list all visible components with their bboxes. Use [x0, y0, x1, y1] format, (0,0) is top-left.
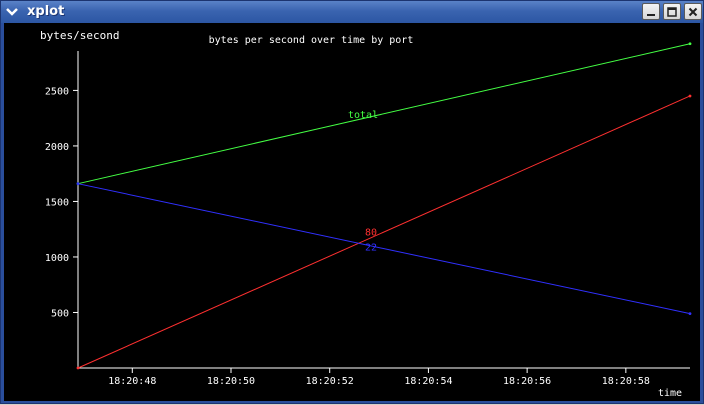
maximize-button[interactable]	[663, 3, 681, 20]
data-point-80	[688, 94, 692, 98]
x-tick-label: 18:20:52	[306, 376, 354, 387]
series-line-80	[77, 95, 691, 369]
data-point-80	[76, 366, 80, 370]
maximize-icon	[667, 6, 677, 17]
xplot-window: xplot bytes per second over time by port…	[0, 0, 704, 404]
y-tick-label: 2500	[45, 86, 69, 97]
y-tick-label: 500	[51, 308, 69, 319]
x-tick-label: 18:20:58	[602, 376, 650, 387]
y-tick-label: 1000	[45, 253, 69, 264]
minimize-icon	[647, 13, 655, 16]
chevron-down-icon	[6, 8, 18, 16]
x-tick-label: 18:20:56	[503, 376, 551, 387]
x-tick-label: 18:20:50	[207, 376, 255, 387]
close-icon	[688, 7, 698, 16]
minimize-button[interactable]	[642, 3, 660, 20]
window-title: xplot	[27, 4, 65, 19]
line-chart[interactable]: bytes per second over time by port bytes…	[4, 23, 700, 401]
series-line-22	[77, 183, 691, 315]
title-bar[interactable]: xplot	[1, 1, 703, 23]
data-point-22	[76, 182, 80, 186]
data-point-total	[688, 42, 692, 46]
series-label-22: 22	[365, 243, 377, 254]
x-axis-label: time	[658, 388, 682, 399]
series-line-total	[77, 43, 691, 185]
chart-title: bytes per second over time by port	[209, 35, 414, 46]
series-label-total: total	[348, 110, 378, 121]
plot-area[interactable]: bytes per second over time by port bytes…	[4, 23, 700, 401]
window-menu-button[interactable]	[4, 4, 20, 20]
y-tick-label: 2000	[45, 142, 69, 153]
y-axis-label: bytes/second	[40, 29, 119, 42]
close-button[interactable]	[684, 3, 702, 20]
x-tick-label: 18:20:48	[108, 376, 156, 387]
data-point-22	[688, 312, 692, 315]
y-tick-label: 1500	[45, 197, 69, 208]
x-tick-label: 18:20:54	[404, 376, 452, 387]
series-label-80: 80	[365, 227, 377, 238]
